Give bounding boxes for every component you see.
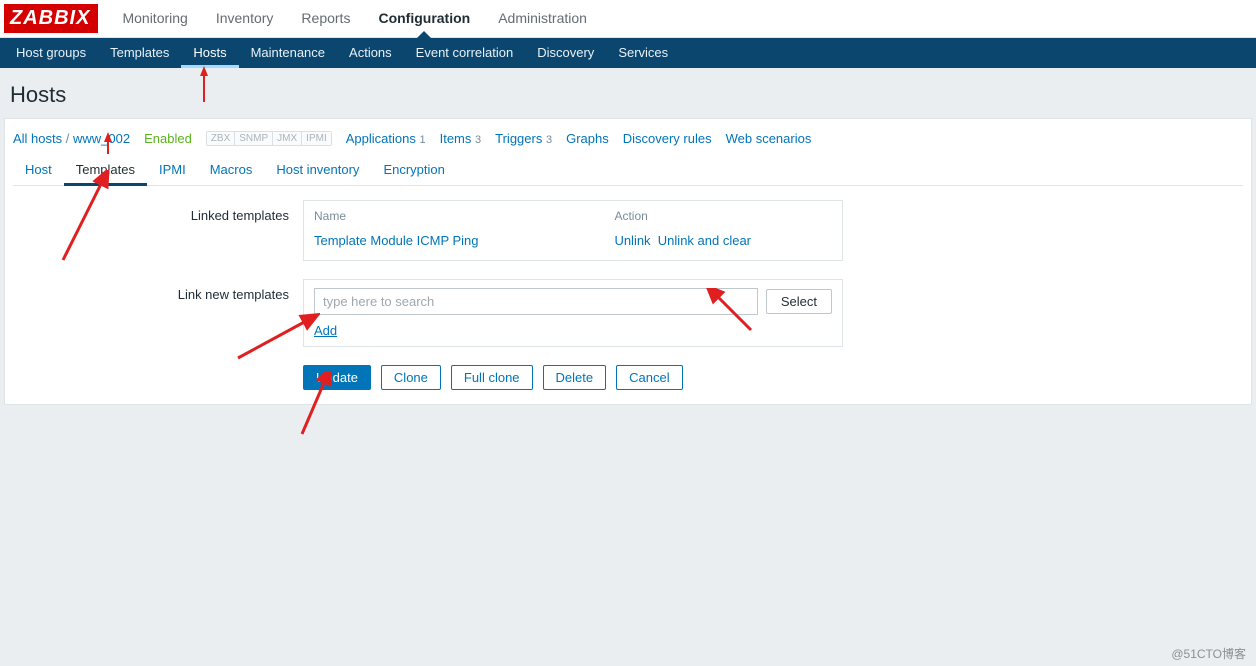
full-clone-button[interactable]: Full clone <box>451 365 533 390</box>
subnav-event-correlation[interactable]: Event correlation <box>404 38 526 68</box>
nav-inventory[interactable]: Inventory <box>202 0 288 37</box>
unlink-link[interactable]: Unlink <box>614 233 650 248</box>
update-button[interactable]: Update <box>303 365 371 390</box>
tab-ipmi[interactable]: IPMI <box>147 156 198 186</box>
link-triggers[interactable]: Triggers <box>495 131 542 146</box>
form-area: Linked templates Name Action Template Mo… <box>13 200 1243 347</box>
col-name: Name <box>314 209 614 229</box>
link-web-scenarios[interactable]: Web scenarios <box>726 131 812 146</box>
tab-templates[interactable]: Templates <box>64 156 147 186</box>
label-linked-templates: Linked templates <box>13 200 303 223</box>
watermark: @51CTO博客 <box>1171 645 1246 662</box>
breadcrumb-sep: / <box>66 131 73 146</box>
tab-host[interactable]: Host <box>13 156 64 186</box>
nav-monitoring[interactable]: Monitoring <box>108 0 201 37</box>
breadcrumb-all-hosts[interactable]: All hosts <box>13 131 62 146</box>
link-discovery-rules[interactable]: Discovery rules <box>623 131 712 146</box>
link-items[interactable]: Items <box>440 131 472 146</box>
tab-host-inventory[interactable]: Host inventory <box>264 156 371 186</box>
subnav-discovery[interactable]: Discovery <box>525 38 606 68</box>
subnav-maintenance[interactable]: Maintenance <box>239 38 337 68</box>
select-button[interactable]: Select <box>766 289 832 314</box>
top-nav: ZABBIX Monitoring Inventory Reports Conf… <box>0 0 1256 38</box>
subnav-services[interactable]: Services <box>606 38 680 68</box>
cancel-button[interactable]: Cancel <box>616 365 682 390</box>
linked-templates-table: Name Action Template Module ICMP Ping Un… <box>314 209 832 252</box>
count-triggers: 3 <box>546 134 552 146</box>
count-applications: 1 <box>419 134 425 146</box>
add-link[interactable]: Add <box>314 323 337 338</box>
clone-button[interactable]: Clone <box>381 365 441 390</box>
link-new-templates-group: Select Add <box>303 279 843 347</box>
col-action: Action <box>614 209 832 229</box>
table-row: Template Module ICMP Ping Unlink Unlink … <box>314 229 832 252</box>
sub-nav: Host groups Templates Hosts Maintenance … <box>0 38 1256 68</box>
breadcrumb-host[interactable]: www_002 <box>73 131 130 146</box>
status-enabled: Enabled <box>144 131 192 146</box>
linked-template-name[interactable]: Template Module ICMP Ping <box>314 233 479 248</box>
count-items: 3 <box>475 134 481 146</box>
delete-button[interactable]: Delete <box>543 365 607 390</box>
tab-macros[interactable]: Macros <box>198 156 265 186</box>
proto-jmx: JMX <box>272 131 302 146</box>
tab-encryption[interactable]: Encryption <box>371 156 456 186</box>
unlink-clear-link[interactable]: Unlink and clear <box>658 233 751 248</box>
protocol-badges: ZBX SNMP JMX IPMI <box>206 131 332 146</box>
nav-reports[interactable]: Reports <box>287 0 364 37</box>
subnav-hosts[interactable]: Hosts <box>181 38 238 68</box>
proto-zbx: ZBX <box>206 131 235 146</box>
nav-administration[interactable]: Administration <box>484 0 601 37</box>
host-form-card: All hosts / www_002 Enabled ZBX SNMP JMX… <box>4 118 1252 405</box>
subnav-templates[interactable]: Templates <box>98 38 181 68</box>
template-search-input[interactable] <box>314 288 758 315</box>
link-applications[interactable]: Applications <box>346 131 416 146</box>
label-link-new-templates: Link new templates <box>13 279 303 302</box>
subnav-actions[interactable]: Actions <box>337 38 404 68</box>
linked-templates-group: Name Action Template Module ICMP Ping Un… <box>303 200 843 261</box>
zabbix-logo[interactable]: ZABBIX <box>4 4 98 33</box>
subnav-host-groups[interactable]: Host groups <box>4 38 98 68</box>
actions-row: Update Clone Full clone Delete Cancel <box>303 365 1243 390</box>
nav-configuration[interactable]: Configuration <box>364 0 484 37</box>
host-tabs: Host Templates IPMI Macros Host inventor… <box>13 156 1243 186</box>
info-row: All hosts / www_002 Enabled ZBX SNMP JMX… <box>13 129 1243 156</box>
proto-ipmi: IPMI <box>301 131 332 146</box>
proto-snmp: SNMP <box>234 131 273 146</box>
link-graphs[interactable]: Graphs <box>566 131 609 146</box>
page-title: Hosts <box>0 68 1256 118</box>
